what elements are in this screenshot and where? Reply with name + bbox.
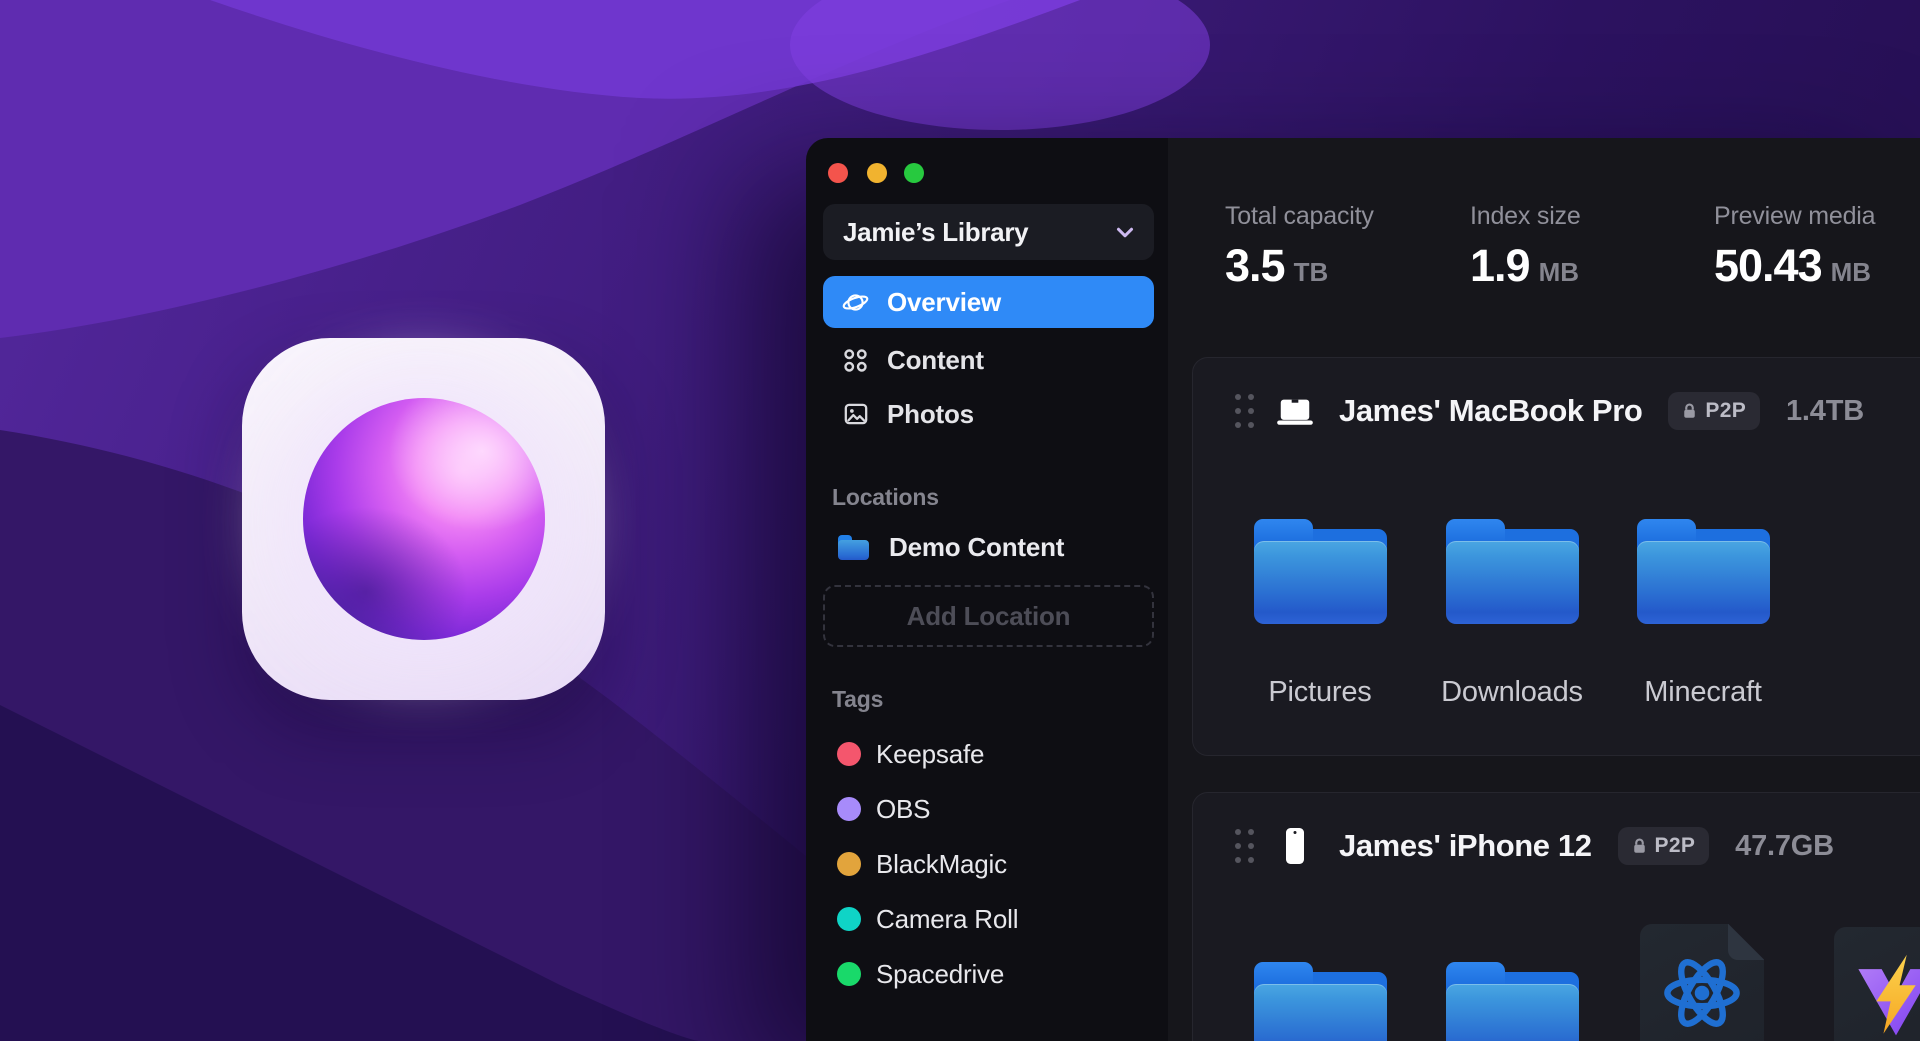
stat-value: 1.9 [1470, 243, 1530, 288]
locations-header: Locations [832, 484, 939, 511]
lock-icon [1632, 837, 1647, 855]
sidebar-item-content[interactable]: Content [823, 334, 1154, 386]
folder-icon[interactable] [1446, 962, 1579, 1041]
sidebar: Jamie’s Library Overview [806, 138, 1168, 1041]
sidebar-location-demo-content[interactable]: Demo Content [823, 521, 1154, 573]
stat-unit: MB [1539, 257, 1579, 288]
folder-label: Pictures [1220, 676, 1420, 709]
spacedrive-window: Jamie’s Library Overview [806, 138, 1920, 1041]
stat-total-capacity: Total capacity 3.5 TB [1225, 202, 1374, 288]
library-name: Jamie’s Library [843, 217, 1112, 248]
device-name: James' MacBook Pro [1339, 393, 1642, 429]
device-card-header: James' MacBook Pro P2P 1.4TB [1193, 358, 1920, 464]
tag-color-dot [837, 852, 861, 876]
image-icon [842, 401, 869, 428]
react-logo-icon [1660, 952, 1744, 1034]
minimize-button[interactable] [867, 163, 887, 183]
folder-icon[interactable] [1254, 962, 1387, 1041]
library-selector[interactable]: Jamie’s Library [823, 204, 1154, 260]
stat-value: 50.43 [1714, 243, 1822, 288]
folder-icon[interactable] [1446, 519, 1579, 624]
desktop: Jamie’s Library Overview [0, 0, 1920, 1041]
device-card-macbook: James' MacBook Pro P2P 1.4TB [1192, 357, 1920, 756]
tag-color-dot [837, 797, 861, 821]
folder-icon [838, 535, 869, 560]
folder-icon[interactable] [1637, 519, 1770, 624]
device-card-iphone: James' iPhone 12 P2P 47.7GB [1192, 792, 1920, 1041]
sidebar-item-label: Content [887, 345, 984, 376]
tag-color-dot [837, 742, 861, 766]
p2p-badge: P2P [1668, 392, 1760, 430]
close-button[interactable] [828, 163, 848, 183]
phone-icon [1275, 824, 1315, 868]
device-name: James' iPhone 12 [1339, 828, 1592, 864]
p2p-badge-label: P2P [1655, 834, 1696, 858]
main-content: Total capacity 3.5 TB Index size 1.9 MB … [1168, 138, 1920, 1041]
planet-icon [842, 289, 869, 316]
device-capacity: 1.4TB [1786, 395, 1864, 428]
stat-value: 3.5 [1225, 243, 1285, 288]
react-file-icon[interactable] [1640, 924, 1764, 1041]
stat-preview-media: Preview media 50.43 MB [1714, 202, 1875, 288]
drag-handle-icon[interactable] [1235, 829, 1254, 863]
stat-label: Preview media [1714, 202, 1875, 231]
stat-label: Total capacity [1225, 202, 1374, 231]
tag-label: Spacedrive [876, 959, 1004, 990]
sidebar-item-label: Overview [887, 287, 1001, 318]
zoom-button[interactable] [904, 163, 924, 183]
device-card-header: James' iPhone 12 P2P 47.7GB [1193, 793, 1920, 899]
sidebar-item-label: Photos [887, 399, 974, 430]
tag-color-dot [837, 907, 861, 931]
p2p-badge-label: P2P [1705, 399, 1746, 423]
sidebar-item-photos[interactable]: Photos [823, 388, 1154, 440]
drag-handle-icon[interactable] [1235, 394, 1254, 428]
vite-file-icon[interactable] [1834, 927, 1920, 1041]
sidebar-tag-keepsafe[interactable]: Keepsafe [806, 729, 1168, 779]
folder-icon[interactable] [1254, 519, 1387, 624]
tag-label: Camera Roll [876, 904, 1018, 935]
device-capacity: 47.7GB [1735, 830, 1834, 863]
sidebar-tag-spacedrive[interactable]: Spacedrive [806, 949, 1168, 999]
location-label: Demo Content [889, 532, 1064, 563]
stat-label: Index size [1470, 202, 1581, 231]
chevron-down-icon [1112, 219, 1138, 245]
vite-logo-icon [1853, 953, 1920, 1039]
stat-index-size: Index size 1.9 MB [1470, 202, 1581, 288]
p2p-badge: P2P [1618, 827, 1710, 865]
sidebar-tag-obs[interactable]: OBS [806, 784, 1168, 834]
tags-header: Tags [832, 686, 883, 713]
folder-label: Minecraft [1603, 676, 1803, 709]
sidebar-item-overview[interactable]: Overview [823, 276, 1154, 328]
spacedrive-sphere-logo [303, 398, 545, 640]
sidebar-tag-blackmagic[interactable]: BlackMagic [806, 839, 1168, 889]
add-location-button[interactable]: Add Location [823, 585, 1154, 647]
lock-icon [1682, 402, 1697, 420]
grid-circles-icon [842, 347, 869, 374]
laptop-icon [1275, 389, 1315, 433]
spacedrive-app-icon[interactable] [242, 338, 605, 700]
tag-label: OBS [876, 794, 930, 825]
tag-label: BlackMagic [876, 849, 1007, 880]
stat-unit: TB [1294, 257, 1329, 288]
tag-color-dot [837, 962, 861, 986]
folder-label: Downloads [1412, 676, 1612, 709]
stat-unit: MB [1831, 257, 1871, 288]
sidebar-tag-camera-roll[interactable]: Camera Roll [806, 894, 1168, 944]
tag-label: Keepsafe [876, 739, 984, 770]
